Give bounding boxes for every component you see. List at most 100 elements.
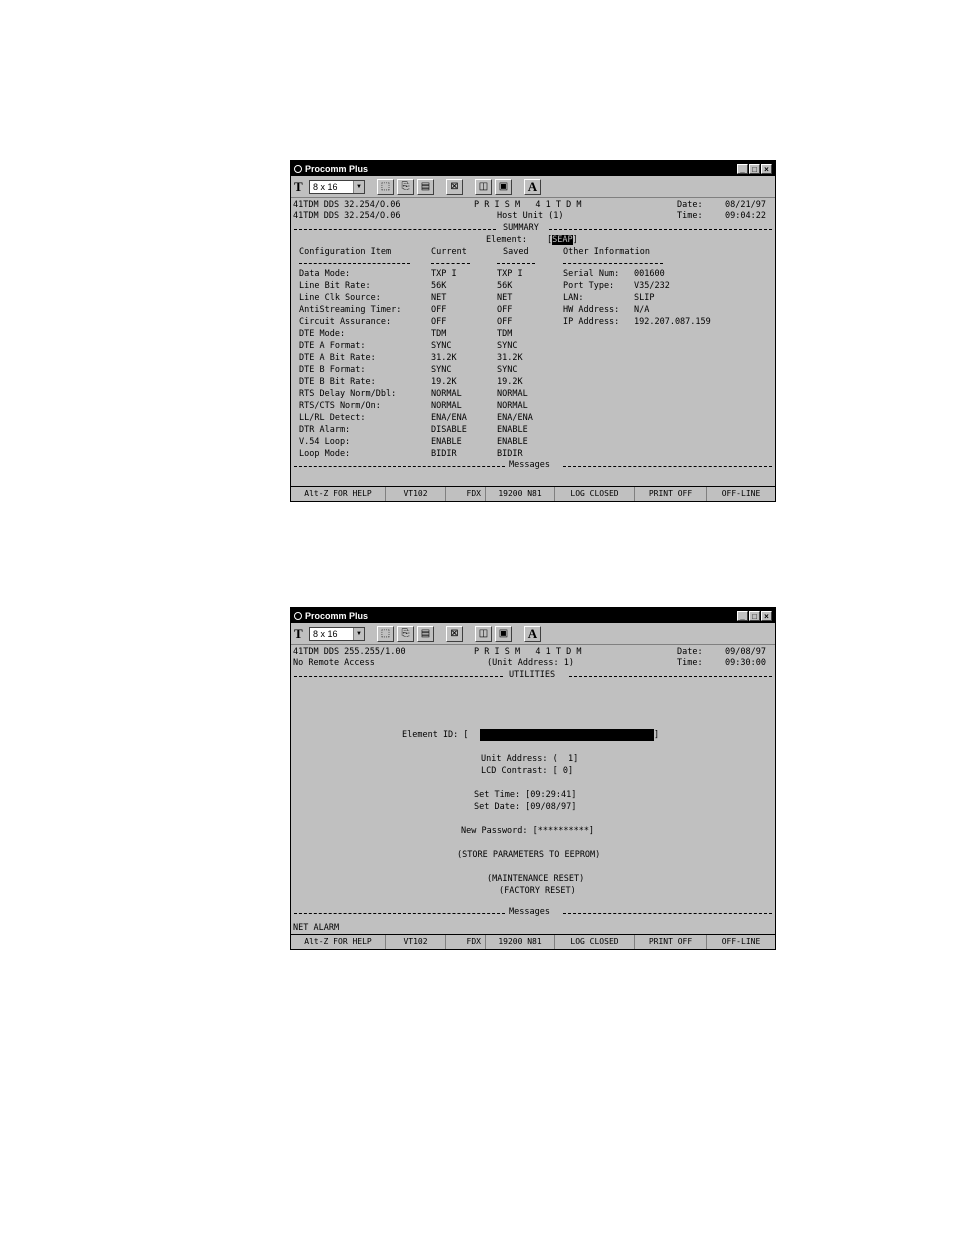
other-info-label: IP Address:	[563, 317, 620, 327]
saved-value: NORMAL	[497, 401, 528, 411]
title-bar[interactable]: Procomm Plus _ □ ×	[291, 161, 775, 176]
other-info-value: V35/232	[634, 281, 670, 291]
saved-value: NET	[497, 293, 513, 303]
status-print[interactable]: PRINT OFF	[635, 935, 707, 949]
status-duplex[interactable]: FDX	[446, 935, 486, 949]
procomm-window-summary: Procomm Plus _ □ × T 8 x 16 ▼ ⬚ ⎘ ▤ ⊠ ◫ ▣…	[290, 160, 776, 502]
date-label: Date:	[677, 647, 703, 657]
close-button[interactable]: ×	[761, 610, 772, 621]
toolbar: T 8 x 16 ▼ ⬚ ⎘ ▤ ⊠ ◫ ▣ A	[291, 176, 775, 198]
maximize-button[interactable]: □	[749, 163, 760, 174]
section-title: SUMMARY	[503, 223, 539, 233]
screen-icon[interactable]: ▣	[495, 625, 512, 642]
status-emulation[interactable]: VT102	[386, 935, 446, 949]
new-password-field[interactable]: New Password: [**********]	[461, 826, 594, 837]
divider	[569, 676, 772, 677]
minimize-button[interactable]: _	[737, 610, 748, 621]
firmware-line-1: 41TDM DDS 255.255/1.00	[293, 647, 406, 657]
element-id-input[interactable]	[480, 729, 654, 741]
config-item-label: Circuit Assurance:	[299, 317, 392, 327]
factory-reset-button[interactable]: (FACTORY RESET)	[499, 886, 576, 897]
current-value: BIDIR	[431, 449, 457, 459]
font-a-button[interactable]: A	[524, 178, 541, 195]
status-emulation[interactable]: VT102	[386, 487, 446, 501]
app-icon	[294, 611, 302, 620]
terminal-screen[interactable]: 41TDM DDS 32.254/O.06 P R I S M 4 1 T D …	[291, 198, 775, 471]
chevron-down-icon[interactable]: ▼	[353, 180, 364, 193]
paste-icon[interactable]: ▤	[417, 625, 434, 642]
font-size-select[interactable]: 8 x 16 ▼	[309, 179, 365, 194]
font-icon[interactable]: T	[294, 179, 306, 195]
header-underline	[563, 263, 663, 264]
scrollback-icon[interactable]: ⊠	[446, 625, 463, 642]
status-online[interactable]: OFF-LINE	[707, 487, 775, 501]
config-item-label: Line Clk Source:	[299, 293, 381, 303]
status-help[interactable]: Alt-Z FOR HELP	[291, 487, 386, 501]
saved-value: 19.2K	[497, 377, 523, 387]
status-duplex[interactable]: FDX	[446, 487, 486, 501]
saved-value: ENABLE	[497, 437, 528, 447]
divider	[294, 466, 505, 467]
window-title: Procomm Plus	[305, 163, 369, 174]
column-header-other: Other Information	[563, 247, 650, 257]
paste-icon[interactable]: ▤	[417, 178, 434, 195]
scrollback-icon[interactable]: ⊠	[446, 178, 463, 195]
current-value: ENA/ENA	[431, 413, 467, 423]
unit-address-field[interactable]: Unit Address: ( 1]	[481, 754, 578, 765]
messages-title: Messages	[509, 460, 550, 470]
product-title: P R I S M 4 1 T D M	[474, 200, 582, 210]
element-field[interactable]: [SEAP]	[547, 235, 578, 246]
saved-value: NORMAL	[497, 389, 528, 399]
date-label: Date:	[677, 200, 703, 210]
other-info-label: HW Address:	[563, 305, 620, 315]
section-title: UTILITIES	[509, 670, 556, 680]
copy-icon[interactable]: ⎘	[397, 178, 414, 195]
status-log[interactable]: LOG CLOSED	[555, 935, 635, 949]
config-item-label: RTS/CTS Norm/On:	[299, 401, 381, 411]
select-all-icon[interactable]: ⬚	[377, 625, 394, 642]
saved-value: OFF	[497, 317, 513, 327]
screen-icon[interactable]: ▣	[495, 178, 512, 195]
close-button[interactable]: ×	[761, 163, 772, 174]
copy-icon[interactable]: ⎘	[397, 625, 414, 642]
select-all-icon[interactable]: ⬚	[377, 178, 394, 195]
element-id-bracket: ]	[654, 730, 660, 740]
font-icon[interactable]: T	[294, 626, 306, 642]
title-bar[interactable]: Procomm Plus _ □ ×	[291, 608, 775, 623]
element-value: SEAP	[552, 235, 573, 245]
font-size-select[interactable]: 8 x 16 ▼	[309, 626, 365, 641]
status-online[interactable]: OFF-LINE	[707, 935, 775, 949]
status-help[interactable]: Alt-Z FOR HELP	[291, 935, 386, 949]
chevron-down-icon[interactable]: ▼	[353, 627, 364, 640]
split-window-icon[interactable]: ◫	[475, 178, 492, 195]
maintenance-reset-button[interactable]: (MAINTENANCE RESET)	[487, 874, 584, 885]
maximize-button[interactable]: □	[749, 610, 760, 621]
store-parameters-button[interactable]: (STORE PARAMETERS TO EEPROM)	[457, 850, 600, 861]
status-baud[interactable]: 19200 N81	[486, 487, 555, 501]
header-underline	[299, 263, 410, 264]
messages-title: Messages	[509, 907, 550, 917]
minimize-button[interactable]: _	[737, 163, 748, 174]
procomm-window-utilities: Procomm Plus _ □ × T 8 x 16 ▼ ⬚ ⎘ ▤ ⊠ ◫ ▣…	[290, 607, 776, 950]
saved-value: TDM	[497, 329, 513, 339]
saved-value: 31.2K	[497, 353, 523, 363]
other-info-label: LAN:	[563, 293, 584, 303]
saved-value: 56K	[497, 281, 513, 291]
element-label: Element:	[486, 235, 527, 245]
set-date-field[interactable]: Set Date: [09/08/97]	[474, 802, 576, 813]
current-value: OFF	[431, 305, 447, 315]
font-a-button[interactable]: A	[524, 625, 541, 642]
lcd-contrast-field[interactable]: LCD Contrast: [ 0]	[481, 766, 573, 777]
date-value: 09/08/97	[725, 647, 766, 657]
status-print[interactable]: PRINT OFF	[635, 487, 707, 501]
saved-value: SYNC	[497, 365, 518, 375]
header-underline	[497, 263, 535, 264]
saved-value: BIDIR	[497, 449, 523, 459]
divider	[563, 913, 772, 914]
status-baud[interactable]: 19200 N81	[486, 935, 555, 949]
terminal-screen[interactable]: 41TDM DDS 255.255/1.00 P R I S M 4 1 T D…	[291, 645, 775, 918]
split-window-icon[interactable]: ◫	[475, 625, 492, 642]
status-log[interactable]: LOG CLOSED	[555, 487, 635, 501]
set-time-field[interactable]: Set Time: [09:29:41]	[474, 790, 576, 801]
current-value: 56K	[431, 281, 447, 291]
